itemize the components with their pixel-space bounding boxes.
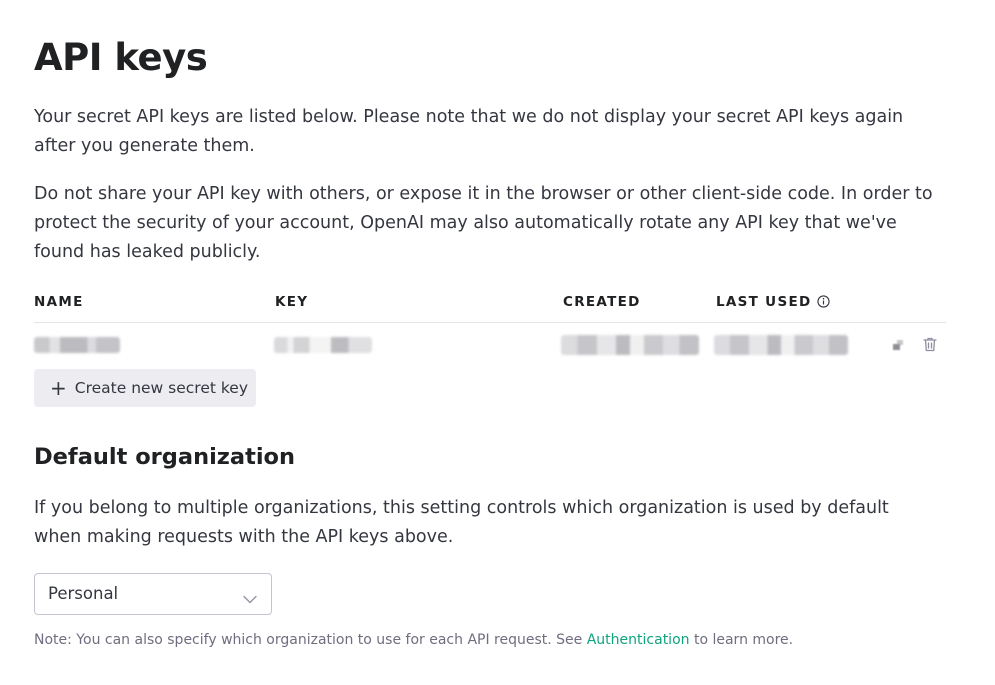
column-header-last-used: LAST USED [716,294,830,312]
default-organization-description: If you belong to multiple organizations,… [34,498,889,547]
create-new-secret-key-button[interactable]: + Create new secret key [34,369,256,407]
note-prefix: Note: You can also specify which organiz… [34,632,583,648]
edit-icon[interactable] [888,337,906,353]
created-date-redacted [561,335,699,355]
default-organization-heading: Default organization [34,444,296,470]
column-header-created: CREATED [563,294,641,310]
authentication-link[interactable]: Authentication [587,632,690,648]
intro-paragraph-1: Your secret API keys are listed below. P… [34,107,904,156]
plus-icon: + [50,376,67,400]
organization-note: Note: You can also specify which organiz… [34,632,793,648]
table-row [34,323,946,367]
trash-icon[interactable] [922,336,938,353]
column-header-key: KEY [275,294,309,310]
key-value-redacted [274,337,372,353]
organization-select-value: Personal [48,584,119,603]
chevron-down-icon [243,589,257,608]
create-button-label: Create new secret key [74,379,248,397]
key-name-redacted [34,337,120,353]
column-header-name: NAME [34,294,84,310]
last-used-date-redacted [714,335,848,355]
page-title: API keys [34,36,208,79]
note-suffix: to learn more. [693,632,794,648]
keys-table-header: NAME KEY CREATED LAST USED [34,294,946,323]
info-icon[interactable] [816,295,830,312]
organization-select[interactable]: Personal [34,573,272,615]
intro-paragraph-2: Do not share your API key with others, o… [34,184,933,262]
column-header-last-used-label: LAST USED [716,294,812,310]
